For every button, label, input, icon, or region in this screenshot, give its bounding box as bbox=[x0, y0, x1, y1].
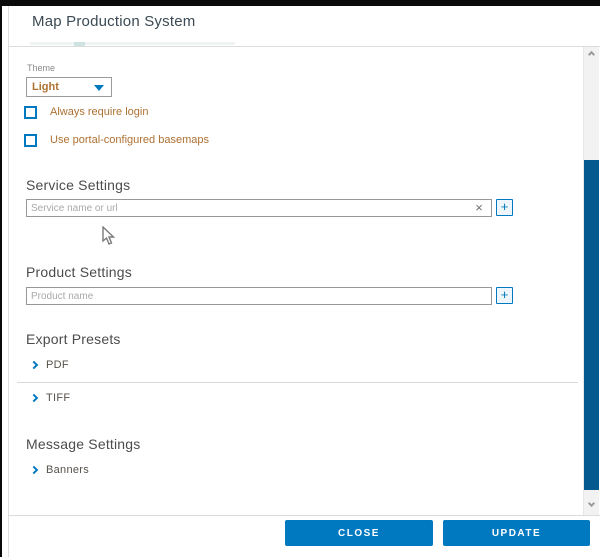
pdf-expander-label: PDF bbox=[46, 359, 69, 371]
update-button[interactable]: UPDATE bbox=[443, 520, 590, 546]
theme-selected-value: Light bbox=[32, 81, 59, 93]
scrolled-content-fragment bbox=[30, 42, 235, 45]
product-settings-heading: Product Settings bbox=[26, 264, 132, 280]
chevron-down-icon bbox=[94, 85, 104, 91]
plus-icon: + bbox=[501, 199, 509, 214]
clear-icon[interactable]: × bbox=[472, 201, 486, 215]
product-name-input[interactable] bbox=[26, 287, 492, 305]
always-require-login-checkbox[interactable] bbox=[24, 106, 37, 119]
service-settings-heading: Service Settings bbox=[26, 177, 130, 193]
message-settings-heading: Message Settings bbox=[26, 436, 140, 452]
theme-dropdown[interactable]: Light bbox=[26, 77, 112, 97]
preset-divider bbox=[17, 382, 578, 383]
add-product-button[interactable]: + bbox=[496, 287, 513, 304]
scroll-up-icon[interactable] bbox=[588, 50, 595, 57]
export-presets-heading: Export Presets bbox=[26, 331, 121, 347]
always-require-login-label[interactable]: Always require login bbox=[50, 106, 148, 118]
tiff-expander-label: TIFF bbox=[46, 392, 70, 404]
settings-dialog: Map Production System Theme Light Always… bbox=[0, 0, 600, 557]
scrollbar-thumb[interactable] bbox=[584, 160, 599, 490]
banners-expander-label: Banners bbox=[46, 464, 89, 476]
window-frame-left bbox=[0, 0, 2, 557]
header-divider bbox=[9, 46, 600, 47]
dialog-left-border bbox=[8, 6, 9, 557]
window-frame-top bbox=[0, 0, 600, 6]
close-button[interactable]: CLOSE bbox=[285, 520, 433, 546]
portal-basemaps-label[interactable]: Use portal-configured basemaps bbox=[50, 134, 209, 146]
add-service-button[interactable]: + bbox=[496, 199, 513, 216]
plus-icon: + bbox=[501, 287, 509, 302]
chevron-right-icon bbox=[30, 394, 38, 402]
mouse-cursor-icon bbox=[102, 226, 116, 246]
chevron-right-icon bbox=[30, 466, 38, 474]
service-name-input[interactable] bbox=[26, 199, 492, 217]
chevron-right-icon bbox=[30, 361, 38, 369]
footer-divider bbox=[8, 515, 600, 516]
page-title: Map Production System bbox=[32, 13, 195, 30]
portal-basemaps-checkbox[interactable] bbox=[24, 134, 37, 147]
theme-label: Theme bbox=[27, 63, 55, 73]
scroll-down-icon[interactable] bbox=[588, 501, 595, 508]
